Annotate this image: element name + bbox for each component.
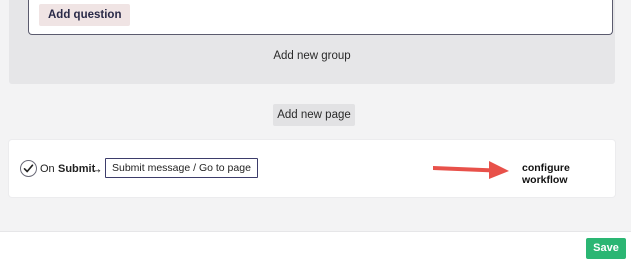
footer-bar: Save	[0, 231, 631, 264]
save-button[interactable]: Save	[586, 238, 626, 259]
checkmark-icon[interactable]	[20, 160, 37, 177]
on-label: On	[40, 163, 55, 175]
add-new-page-button[interactable]: Add new page	[273, 104, 355, 126]
submit-action-selector[interactable]: Submit message / Go to page	[105, 158, 258, 178]
right-arrow-icon: →	[90, 161, 103, 176]
add-new-group-button[interactable]: Add new group	[9, 50, 615, 62]
add-question-button[interactable]: Add question	[39, 4, 131, 26]
annotation-arrow-icon	[433, 161, 509, 179]
workflow-card: On Submit → Submit message / Go to page …	[9, 140, 615, 197]
configure-workflow-link[interactable]: configure workflow	[522, 162, 615, 186]
question-group-panel: Add question Add new group	[9, 0, 615, 84]
question-card: Add question	[28, 0, 613, 35]
